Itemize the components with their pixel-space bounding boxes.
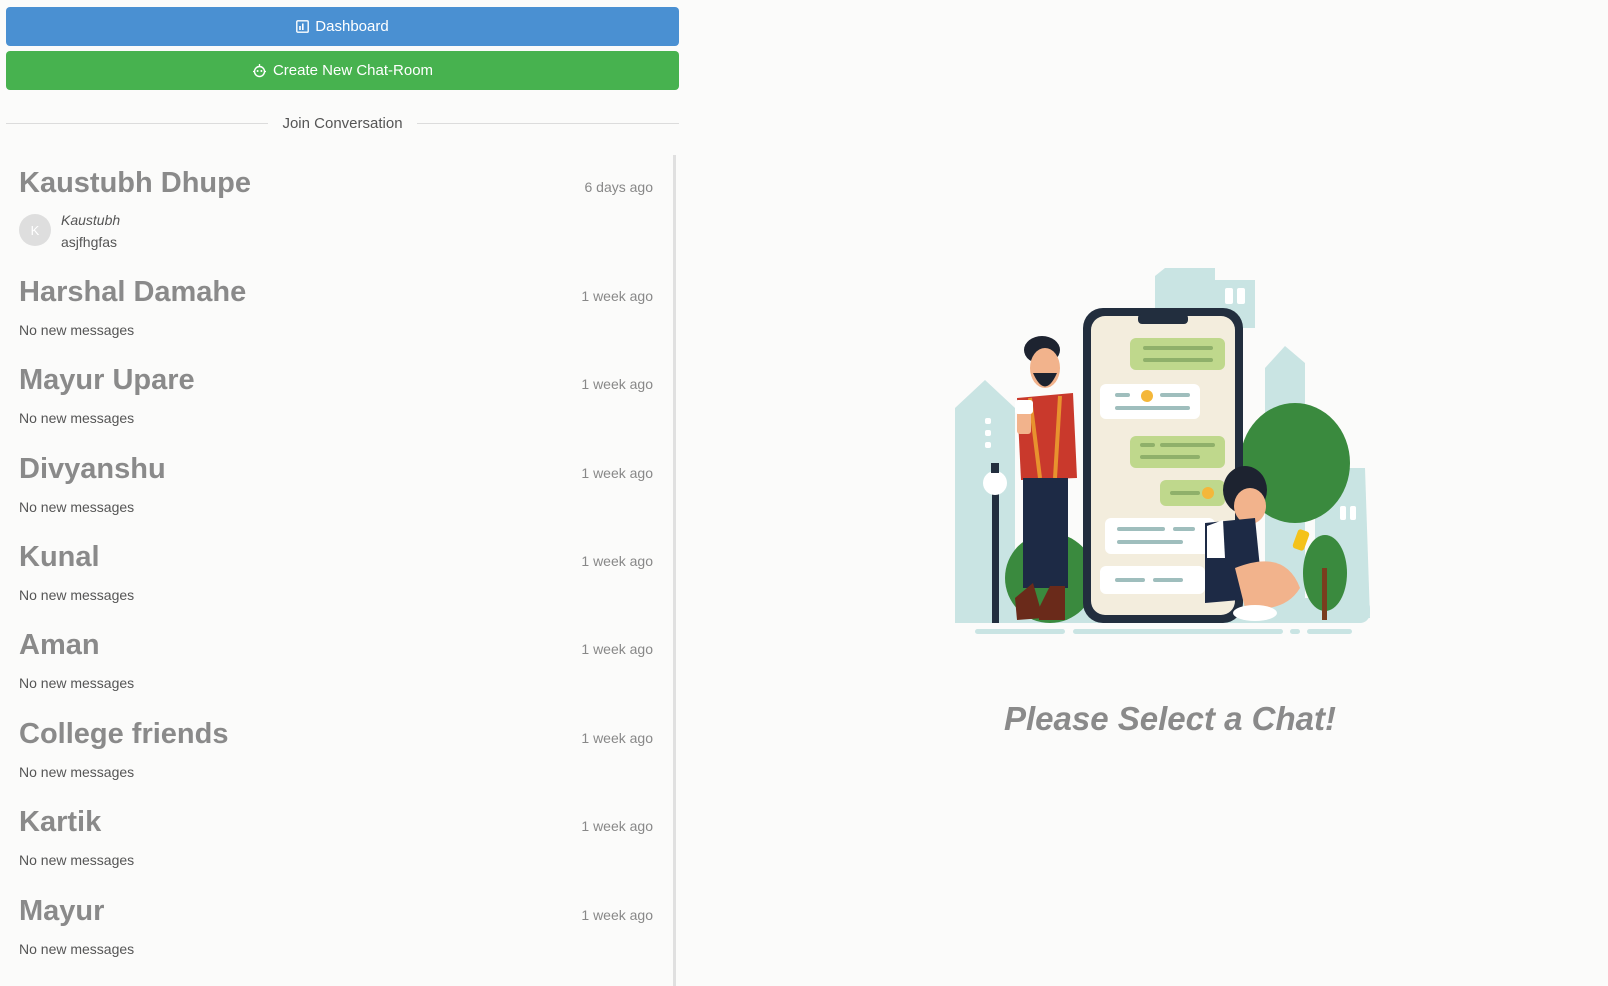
chat-name: Mayur	[19, 895, 105, 927]
chat-timestamp: 1 week ago	[581, 730, 653, 746]
chat-name: Mayur Upare	[19, 364, 195, 396]
divider-line	[416, 122, 680, 124]
chat-name: College friends	[19, 718, 229, 750]
chat-status: No new messages	[19, 852, 135, 868]
chat-name: Kartik	[19, 806, 102, 838]
chat-name: Divyanshu	[19, 453, 166, 485]
chat-name: Harshal Damahe	[19, 276, 247, 308]
empty-state	[955, 268, 1395, 648]
chat-timestamp: 1 week ago	[581, 641, 653, 657]
chat-timestamp: 1 week ago	[581, 288, 653, 304]
chat-item[interactable]: Kartik 1 week ago No new messages	[6, 794, 673, 874]
select-chat-prompt: Please Select a Chat!	[1004, 700, 1336, 737]
last-message-preview: asjfhgfas	[61, 234, 118, 250]
chat-status: No new messages	[19, 764, 135, 780]
chat-timestamp: 1 week ago	[581, 376, 653, 392]
dashboard-button[interactable]: Dashboard	[6, 7, 679, 46]
dashboard-button-label: Dashboard	[315, 18, 389, 35]
robot-icon	[252, 63, 267, 78]
chat-item[interactable]: Mayur 1 week ago No new messages	[6, 883, 673, 963]
chat-timestamp: 1 week ago	[581, 907, 653, 923]
create-chat-room-label: Create New Chat-Room	[272, 62, 434, 79]
chat-item[interactable]: Harshal Damahe 1 week ago No new message…	[6, 264, 673, 344]
chat-name: Aman	[19, 629, 100, 661]
chat-timestamp: 1 week ago	[581, 465, 653, 481]
chat-name: Kunal	[19, 541, 100, 573]
chat-status: No new messages	[19, 587, 135, 603]
chat-status: No new messages	[19, 410, 135, 426]
chat-timestamp: 6 days ago	[584, 179, 654, 195]
chat-item[interactable]: Divyanshu 1 week ago No new messages	[6, 441, 673, 521]
chat-item[interactable]: College friends 1 week ago No new messag…	[6, 706, 673, 786]
chart-icon	[296, 20, 310, 33]
divider-line	[6, 122, 269, 124]
chat-timestamp: 1 week ago	[581, 818, 653, 834]
avatar: K	[19, 214, 51, 246]
chat-item[interactable]: Kaustubh Dhupe 6 days ago K Kaustubh asj…	[6, 155, 673, 260]
divider-label: Join Conversation	[282, 114, 403, 132]
chat-list[interactable]: Kaustubh Dhupe 6 days ago K Kaustubh asj…	[6, 155, 676, 986]
sidebar: Dashboard Create New Chat-Room Join Conv…	[6, 0, 680, 986]
create-chat-room-button[interactable]: Create New Chat-Room	[6, 51, 679, 90]
chat-status: No new messages	[19, 941, 135, 957]
chat-item[interactable]: Mayur Upare 1 week ago No new messages	[6, 352, 673, 432]
chat-name: Kaustubh Dhupe	[19, 167, 251, 199]
last-message-sender: Kaustubh	[61, 212, 121, 228]
chat-item[interactable]: Aman 1 week ago No new messages	[6, 617, 673, 697]
chat-status: No new messages	[19, 499, 135, 515]
join-conversation-divider: Join Conversation	[6, 111, 680, 135]
chat-status: No new messages	[19, 675, 135, 691]
chat-timestamp: 1 week ago	[581, 553, 653, 569]
chat-item[interactable]: Kunal 1 week ago No new messages	[6, 529, 673, 609]
chat-illustration	[955, 268, 1370, 634]
chat-status: No new messages	[19, 322, 135, 338]
